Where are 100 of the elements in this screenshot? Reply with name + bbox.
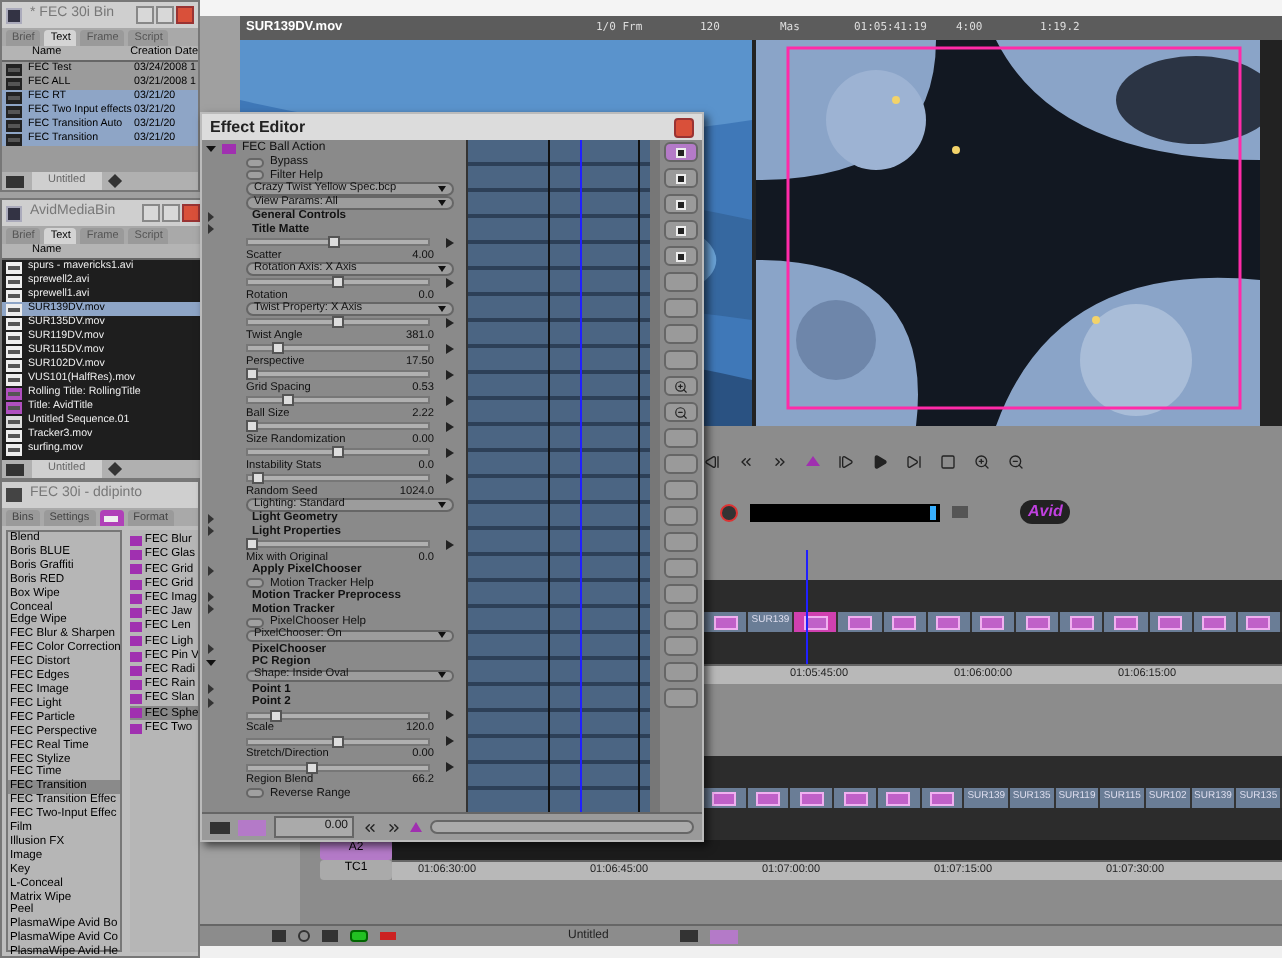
effect-clip[interactable] (921, 788, 965, 808)
slider-track[interactable] (246, 344, 430, 353)
status-indicator-icon[interactable] (350, 930, 368, 942)
keyframe-arrow-icon[interactable] (446, 237, 454, 248)
effect-clip[interactable] (794, 612, 839, 632)
slider-track[interactable] (246, 422, 430, 431)
effect-clip[interactable] (1237, 612, 1282, 632)
disclosure-triangle-icon[interactable] (206, 644, 216, 655)
pointer-icon[interactable] (107, 461, 122, 477)
zoom-in-button[interactable] (664, 376, 698, 396)
effect-clip[interactable] (971, 612, 1017, 632)
keyframe-button[interactable] (664, 168, 698, 188)
zoom-out-icon[interactable] (1008, 453, 1024, 469)
slider-track[interactable] (246, 396, 430, 405)
slider-thumb[interactable] (332, 446, 344, 459)
slider-thumb[interactable] (269, 709, 281, 722)
disclosure-triangle-icon[interactable] (206, 657, 216, 668)
slider-thumb[interactable] (332, 276, 344, 289)
effect-clip[interactable] (838, 612, 884, 632)
slider-track[interactable] (246, 370, 430, 379)
disclosure-triangle-icon[interactable] (206, 144, 216, 154)
keyframe-button[interactable] (664, 142, 698, 162)
slider-thumb[interactable] (328, 236, 341, 249)
step-forward-icon[interactable] (838, 453, 854, 469)
slider-thumb[interactable] (332, 316, 344, 329)
effect-clip[interactable] (1104, 612, 1150, 632)
disclosure-triangle-icon[interactable] (206, 224, 216, 235)
toggle-button[interactable] (246, 788, 264, 799)
fast-forward-icon[interactable] (386, 819, 402, 835)
keyframe-arrow-icon[interactable] (446, 473, 454, 484)
monitor-icon[interactable] (210, 821, 230, 833)
slider-track[interactable] (246, 238, 430, 247)
toggle-button[interactable] (246, 617, 264, 628)
zoom-out-button[interactable] (664, 402, 698, 422)
slider-track[interactable] (246, 448, 430, 457)
rewind-icon[interactable] (362, 819, 378, 835)
disclosure-triangle-icon[interactable] (206, 697, 216, 708)
step-back-icon[interactable] (704, 453, 720, 469)
effect-clip[interactable] (927, 612, 972, 632)
slider-thumb[interactable] (245, 420, 258, 433)
keyframe-arrow-icon[interactable] (446, 710, 454, 721)
monitor-icon[interactable] (6, 175, 24, 187)
keyframe-arrow-icon[interactable] (446, 277, 454, 288)
rewind-icon[interactable] (738, 453, 754, 469)
slider-track[interactable] (246, 540, 430, 549)
pointer-icon[interactable] (107, 173, 122, 189)
keyframe-button[interactable] (664, 246, 698, 266)
disclosure-triangle-icon[interactable] (206, 211, 216, 222)
effect-clip[interactable] (883, 612, 928, 632)
disclosure-triangle-icon[interactable] (206, 513, 216, 524)
slider-thumb[interactable] (305, 761, 317, 774)
keyframe-arrow-icon[interactable] (446, 343, 454, 354)
avid-logo[interactable]: Avid (1020, 500, 1071, 524)
keyframe-arrow-icon[interactable] (446, 762, 454, 773)
close-button[interactable] (674, 117, 694, 137)
effect-clip[interactable] (747, 788, 791, 808)
keyframe-arrow-icon[interactable] (446, 369, 454, 380)
disclosure-triangle-icon[interactable] (206, 684, 216, 695)
disclosure-triangle-icon[interactable] (206, 526, 216, 537)
effect-clip[interactable] (790, 788, 835, 808)
effect-clip[interactable] (834, 788, 878, 808)
keyframe-arrow-icon[interactable] (446, 317, 454, 328)
skip-forward-icon[interactable] (906, 453, 922, 469)
keyframe-button[interactable] (664, 220, 698, 240)
slider-track[interactable] (246, 318, 430, 327)
frame-icon[interactable] (940, 453, 956, 469)
toggle-button[interactable] (246, 578, 264, 589)
slider-thumb[interactable] (272, 342, 285, 355)
slider-thumb[interactable] (332, 735, 344, 748)
slider-thumb[interactable] (245, 368, 258, 381)
slider-track[interactable] (246, 474, 430, 483)
zoom-in-icon[interactable] (974, 453, 990, 469)
segment-icon[interactable] (680, 930, 699, 942)
gear-icon[interactable] (298, 930, 310, 942)
effect-clip[interactable] (704, 788, 748, 808)
play-icon[interactable] (872, 453, 888, 469)
effect-clip[interactable] (877, 788, 922, 808)
keyframe-button[interactable] (664, 194, 698, 214)
slider-thumb[interactable] (281, 394, 294, 407)
disclosure-triangle-icon[interactable] (206, 604, 216, 615)
slider-thumb[interactable] (245, 538, 258, 551)
keyframe-arrow-icon[interactable] (446, 447, 454, 458)
fast-forward-icon[interactable] (772, 453, 788, 469)
keyframe-arrow-icon[interactable] (446, 395, 454, 406)
slider-track[interactable] (246, 711, 430, 720)
keyframe-arrow-icon[interactable] (446, 421, 454, 432)
effect-clip[interactable] (1149, 612, 1194, 632)
record-button[interactable] (720, 503, 738, 521)
keyframe-arrow-icon[interactable] (446, 736, 454, 747)
keyframe-arrow-icon[interactable] (446, 539, 454, 550)
slider-track[interactable] (246, 737, 430, 746)
effect-clip[interactable] (704, 612, 749, 632)
scroll-bar[interactable] (430, 820, 694, 834)
effect-clip[interactable] (1016, 612, 1061, 632)
slider-track[interactable] (246, 763, 430, 772)
slider-track[interactable] (246, 278, 430, 287)
effect-clip[interactable] (1060, 612, 1105, 632)
effects-tab[interactable] (99, 510, 124, 526)
slider-thumb[interactable] (251, 472, 263, 485)
disclosure-triangle-icon[interactable] (206, 591, 216, 602)
